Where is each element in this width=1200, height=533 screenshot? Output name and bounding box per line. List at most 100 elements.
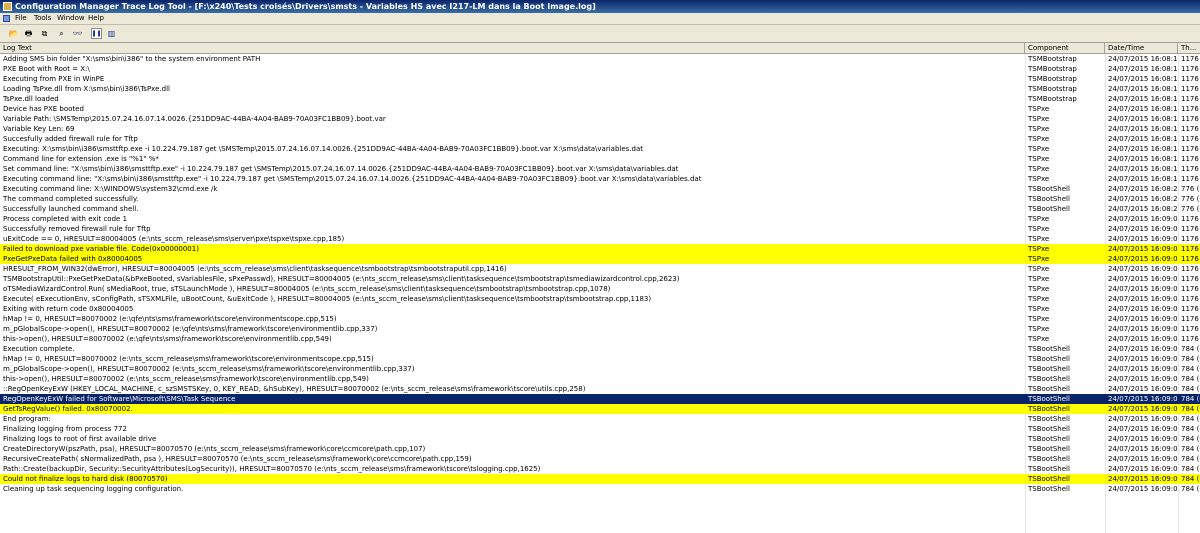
log-row[interactable]: The command completed successfully. TSBoo…	[0, 194, 1200, 204]
log-row[interactable]: Command line for extension .exe is "%1" …	[0, 154, 1200, 164]
datetime-cell: 24/07/2015 16:09:06	[1108, 265, 1178, 273]
datetime-cell: 24/07/2015 16:09:06	[1108, 415, 1178, 423]
log-row[interactable]: Adding SMS bin folder "X:\sms\bin\i386" …	[0, 54, 1200, 64]
log-row[interactable]: TsPxe.dll loaded TSMBootstrap 24/07/2015 1…	[0, 94, 1200, 104]
log-text-cell: Variable Path: \SMSTemp\2015.07.24.16.07…	[3, 115, 386, 123]
datetime-cell: 24/07/2015 16:09:06	[1108, 325, 1178, 333]
log-row[interactable]: PXE Boot with Root = X:\ TSMBootstrap 24/0…	[0, 64, 1200, 74]
thread-cell: 784 (0	[1181, 445, 1200, 453]
thread-cell: 1176 (	[1181, 75, 1200, 83]
print-icon[interactable]: 🖶	[23, 28, 34, 39]
menu-window[interactable]: Window	[57, 13, 85, 24]
log-text-cell: HRESULT_FROM_WIN32(dwError), HRESULT=800…	[3, 265, 507, 273]
log-row[interactable]: uExitCode == 0, HRESULT=80004005 (e:\nts…	[0, 234, 1200, 244]
component-cell: TSPxe	[1028, 275, 1050, 283]
log-row[interactable]: Executing command line: X:\WINDOWS\syste…	[0, 184, 1200, 194]
datetime-cell: 24/07/2015 16:08:19	[1108, 165, 1178, 173]
thread-cell: 1176 (	[1181, 295, 1200, 303]
thread-cell: 1176 (	[1181, 235, 1200, 243]
log-row[interactable]: m_pGlobalScope->open(), HRESULT=80070002…	[0, 324, 1200, 334]
find-icon[interactable]: ⌕	[56, 28, 67, 39]
log-row[interactable]: hMap != 0, HRESULT=80070002 (e:\nts_sccm…	[0, 354, 1200, 364]
component-cell: TSPxe	[1028, 105, 1050, 113]
log-text-cell: m_pGlobalScope->open(), HRESULT=80070002…	[3, 325, 378, 333]
log-row[interactable]: PxeGetPxeData failed with 0x80004005 TSPx…	[0, 254, 1200, 264]
log-list[interactable]: Adding SMS bin folder "X:\sms\bin\i386" …	[0, 54, 1200, 533]
toolbar: 📂 🖶 ⧉ ⌕ 👓 ❚❚ ▥	[0, 25, 1200, 43]
log-row[interactable]: RecursiveCreatePath( sNormalizedPath, ps…	[0, 454, 1200, 464]
log-row[interactable]: Variable Key Len: 69 TSPxe 24/07/2015 16:0…	[0, 124, 1200, 134]
log-row[interactable]: Executing: X:\sms\bin\i386\smsttftp.exe …	[0, 144, 1200, 154]
log-row[interactable]: Executing command line: "X:\sms\bin\i386…	[0, 174, 1200, 184]
log-text-cell: Finalizing logging from process 772	[3, 425, 127, 433]
log-row[interactable]: Succesfully added firewall rule for Tftp…	[0, 134, 1200, 144]
open-icon[interactable]: 📂	[8, 28, 19, 39]
datetime-cell: 24/07/2015 16:09:06	[1108, 305, 1178, 313]
log-row[interactable]: RegOpenKeyExW failed for Software\Micros…	[0, 394, 1200, 404]
component-cell: TSPxe	[1028, 135, 1050, 143]
log-row[interactable]: Cleaning up task sequencing logging conf…	[0, 484, 1200, 494]
columns-icon[interactable]: ▥	[106, 28, 117, 39]
title-bar[interactable]: Configuration Manager Trace Log Tool - […	[0, 0, 1200, 13]
log-text-cell: End program:	[3, 415, 51, 423]
copy-icon[interactable]: ⧉	[39, 28, 50, 39]
log-row[interactable]: Variable Path: \SMSTemp\2015.07.24.16.07…	[0, 114, 1200, 124]
log-row[interactable]: GetTsRegValue() failed. 0x80070002. TSBoo…	[0, 404, 1200, 414]
datetime-cell: 24/07/2015 16:08:19	[1108, 155, 1178, 163]
datetime-cell: 24/07/2015 16:09:06	[1108, 215, 1178, 223]
log-row[interactable]: Could not finalize logs to hard disk (80…	[0, 474, 1200, 484]
log-row[interactable]: this->open(), HRESULT=80070002 (e:\qfe\n…	[0, 334, 1200, 344]
log-row[interactable]: Failed to download pxe variable file. Co…	[0, 244, 1200, 254]
menu-file[interactable]: File	[15, 13, 27, 24]
log-row[interactable]: Finalizing logs to root of first availab…	[0, 434, 1200, 444]
log-row[interactable]: this->open(), HRESULT=80070002 (e:\nts_s…	[0, 374, 1200, 384]
log-row[interactable]: Loading TsPxe.dll from X:\sms\bin\i386\T…	[0, 84, 1200, 94]
log-row[interactable]: Finalizing logging from process 772 TSBoo…	[0, 424, 1200, 434]
column-thread[interactable]: Th...	[1178, 43, 1200, 53]
datetime-cell: 24/07/2015 16:09:06	[1108, 485, 1178, 493]
document-icon[interactable]	[3, 15, 10, 22]
log-row[interactable]: Execute( eExecutionEnv, sConfigPath, sTS…	[0, 294, 1200, 304]
datetime-cell: 24/07/2015 16:08:19	[1108, 85, 1178, 93]
menu-tools[interactable]: Tools	[34, 13, 51, 24]
log-row[interactable]: hMap != 0, HRESULT=80070002 (e:\qfe\nts\…	[0, 314, 1200, 324]
log-row[interactable]: Exiting with return code 0x80004005 TSPxe…	[0, 304, 1200, 314]
column-datetime[interactable]: Date/Time	[1105, 43, 1178, 53]
component-cell: TSBootShell	[1028, 185, 1070, 193]
log-row[interactable]: Set command line: "X:\sms\bin\i386\smstt…	[0, 164, 1200, 174]
log-row[interactable]: m_pGlobalScope->open(), HRESULT=80070002…	[0, 364, 1200, 374]
log-row[interactable]: Successfully removed firewall rule for T…	[0, 224, 1200, 234]
datetime-cell: 24/07/2015 16:09:06	[1108, 425, 1178, 433]
datetime-cell: 24/07/2015 16:09:06	[1108, 315, 1178, 323]
thread-cell: 1176 (	[1181, 335, 1200, 343]
log-row[interactable]: ::RegOpenKeyExW (HKEY_LOCAL_MACHINE, c_s…	[0, 384, 1200, 394]
find-next-icon[interactable]: 👓	[72, 28, 83, 39]
datetime-cell: 24/07/2015 16:09:06	[1108, 475, 1178, 483]
log-row[interactable]: Process completed with exit code 1 TSPxe 2…	[0, 214, 1200, 224]
thread-cell: 1176 (	[1181, 225, 1200, 233]
log-row[interactable]: End program: TSBootShell 24/07/2015 16:09:…	[0, 414, 1200, 424]
column-log-text[interactable]: Log Text	[0, 43, 1025, 53]
log-text-cell: Set command line: "X:\sms\bin\i386\smstt…	[3, 165, 679, 173]
log-row[interactable]: oTSMediaWizardControl.Run( sMediaRoot, t…	[0, 284, 1200, 294]
log-row[interactable]: Executing from PXE in WinPE TSMBootstrap 2…	[0, 74, 1200, 84]
column-component[interactable]: Component	[1025, 43, 1105, 53]
log-row[interactable]: Device has PXE booted TSPxe 24/07/2015 16:…	[0, 104, 1200, 114]
log-row[interactable]: TSMBootstrapUtil::PxeGetPxeData(&bPxeBoo…	[0, 274, 1200, 284]
log-row[interactable]: Path::Create(backupDir, Security::Securi…	[0, 464, 1200, 474]
log-text-cell: Could not finalize logs to hard disk (80…	[3, 475, 168, 483]
log-text-cell: Successfully removed firewall rule for T…	[3, 225, 151, 233]
log-text-cell: PxeGetPxeData failed with 0x80004005	[3, 255, 143, 263]
log-text-cell: The command completed successfully.	[3, 195, 139, 203]
log-row[interactable]: CreateDirectoryW(pszPath, psa), HRESULT=…	[0, 444, 1200, 454]
log-row[interactable]: Successfully launched command shell. TSBo…	[0, 204, 1200, 214]
log-row[interactable]: HRESULT_FROM_WIN32(dwError), HRESULT=800…	[0, 264, 1200, 274]
log-row[interactable]: Execution complete. TSBootShell 24/07/2015…	[0, 344, 1200, 354]
column-header: Log Text Component Date/Time Th...	[0, 43, 1200, 54]
thread-cell: 1176 (	[1181, 125, 1200, 133]
pause-icon[interactable]: ❚❚	[91, 28, 102, 39]
menu-help[interactable]: Help	[88, 13, 104, 24]
component-cell: TSBootShell	[1028, 195, 1070, 203]
datetime-cell: 24/07/2015 16:09:06	[1108, 295, 1178, 303]
thread-cell: 784 (0	[1181, 345, 1200, 353]
